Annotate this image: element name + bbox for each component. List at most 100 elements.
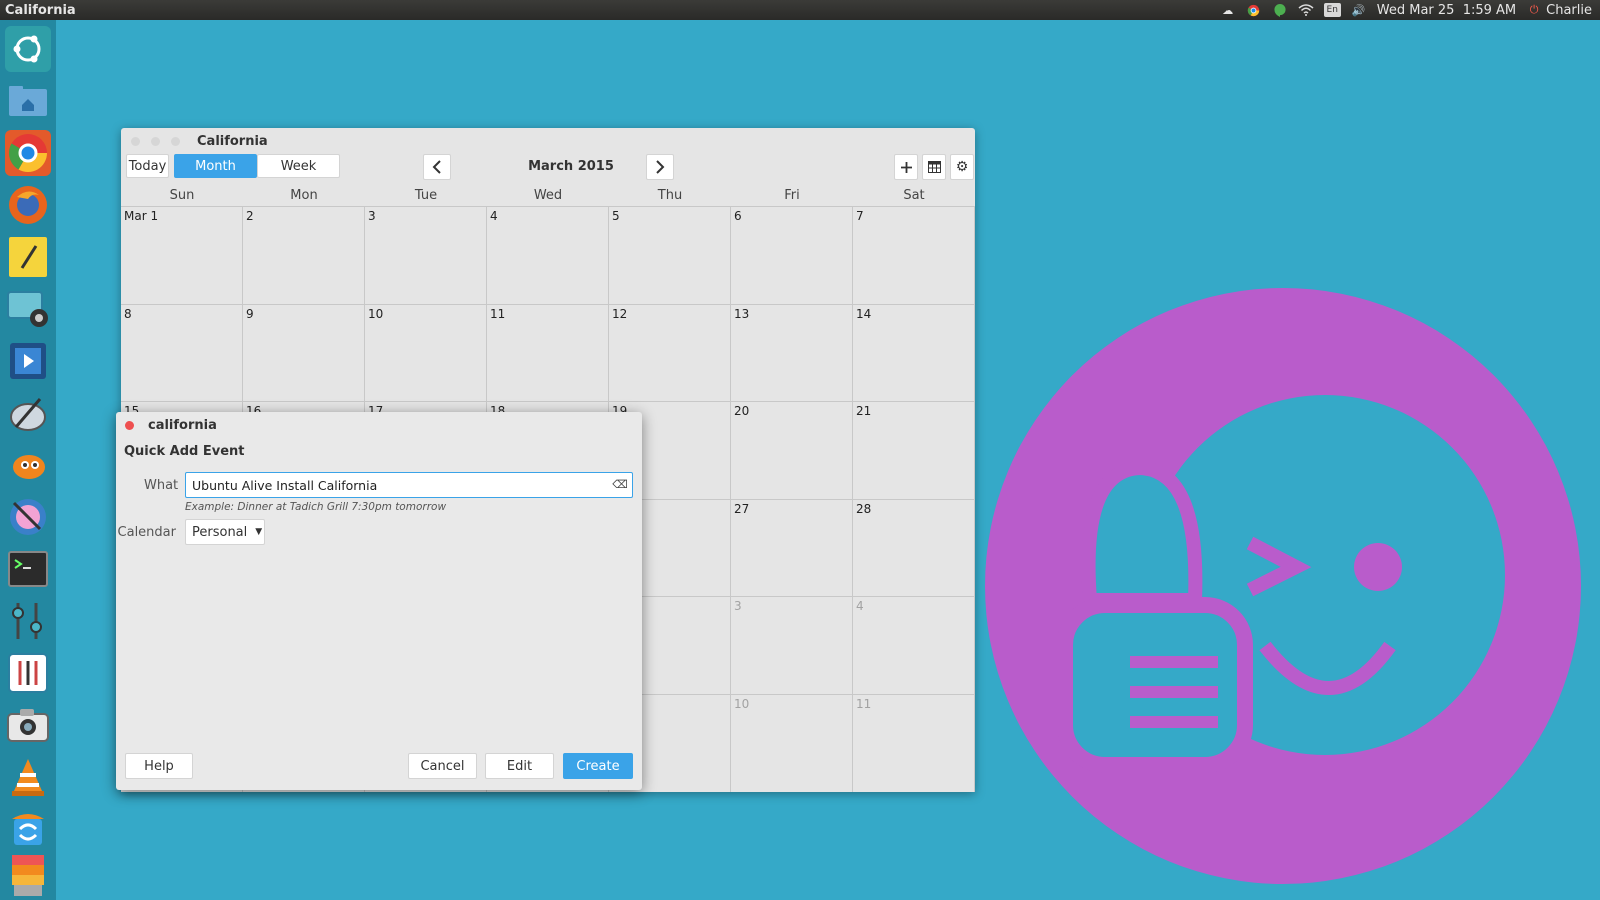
inkscape-icon[interactable] (5, 390, 51, 436)
day-cell[interactable]: 12 (609, 303, 731, 402)
settings-button[interactable]: ⚙ (950, 154, 974, 180)
window-minimize-button[interactable] (151, 136, 160, 146)
power-icon[interactable]: ⏻ (1526, 3, 1542, 17)
system-tray: ☁ En 🔊 Wed Mar 25 1:59 AM ⏻ Charlie (1220, 3, 1600, 18)
firefox-icon[interactable] (5, 182, 51, 228)
day-cell[interactable]: 11 (853, 693, 975, 792)
chrome-icon[interactable] (5, 130, 51, 176)
day-number: Mar 1 (124, 209, 159, 223)
quick-add-dialog: california Quick Add Event What ⌫ Exampl… (116, 412, 642, 790)
user-name[interactable]: Charlie (1546, 3, 1592, 18)
video-player-icon[interactable] (5, 338, 51, 384)
day-number: 11 (856, 696, 872, 711)
day-cell[interactable]: 21 (853, 401, 975, 499)
what-input[interactable] (185, 472, 633, 498)
calendar-label: Calendar (117, 525, 176, 540)
dialog-heading: Quick Add Event (124, 444, 245, 459)
day-number: 11 (490, 306, 506, 321)
cancel-button[interactable]: Cancel (408, 753, 477, 779)
day-number: 8 (124, 306, 132, 321)
current-month-label: March 2015 (528, 159, 614, 174)
day-cell[interactable]: 11 (487, 303, 609, 402)
day-number: 12 (612, 306, 628, 321)
volume-icon[interactable]: 🔊 (1351, 3, 1367, 17)
day-number: 5 (612, 209, 620, 223)
month-view-button[interactable]: Month (174, 154, 257, 178)
weekday-label: Sat (903, 188, 925, 203)
mixer-settings-icon[interactable] (5, 598, 51, 644)
terminal-icon[interactable] (5, 546, 51, 592)
chevron-left-icon (432, 160, 441, 174)
cloud-sync-icon[interactable]: ☁ (1220, 3, 1236, 17)
day-number: 7 (856, 209, 864, 223)
week-view-button[interactable]: Week (257, 154, 340, 178)
files-icon[interactable] (5, 78, 51, 124)
text-editor-icon[interactable] (5, 234, 51, 280)
day-cell[interactable]: 8 (121, 303, 243, 402)
window-close-button[interactable] (131, 136, 140, 146)
day-cell[interactable]: 5 (609, 206, 731, 304)
chevron-right-icon (656, 160, 665, 174)
day-cell[interactable]: 3 (365, 206, 487, 304)
screenshot-icon[interactable] (5, 286, 51, 332)
day-cell[interactable]: 20 (731, 401, 853, 499)
edit-button[interactable]: Edit (485, 753, 554, 779)
gear-icon: ⚙ (955, 159, 969, 175)
krita-icon[interactable] (5, 494, 51, 540)
window-titlebar[interactable]: California (121, 128, 975, 154)
gimp-icon[interactable] (5, 442, 51, 488)
day-cell[interactable]: 3 (731, 596, 853, 694)
day-cell[interactable]: 10 (731, 693, 853, 792)
day-cell[interactable]: 14 (853, 303, 975, 402)
day-number: 14 (856, 306, 872, 321)
calendars-button[interactable] (922, 154, 946, 180)
day-number: 20 (734, 404, 750, 419)
hangouts-icon[interactable] (1272, 3, 1288, 17)
calendar-list-icon (927, 161, 941, 173)
day-number: 2 (246, 209, 254, 223)
day-cell[interactable]: 4 (487, 206, 609, 304)
day-number: 10 (734, 696, 750, 711)
day-cell[interactable]: 7 (853, 206, 975, 304)
day-number: 21 (856, 404, 872, 419)
dialog-close-button[interactable] (125, 420, 134, 430)
add-event-button[interactable] (894, 154, 918, 180)
day-cell[interactable]: 28 (853, 498, 975, 597)
wifi-icon[interactable] (1298, 3, 1314, 17)
ubuntu-dash-icon[interactable] (5, 26, 51, 72)
day-number: 3 (368, 209, 376, 223)
keyboard-layout-indicator[interactable]: En (1323, 3, 1341, 17)
day-cell[interactable]: 9 (243, 303, 365, 402)
next-month-button[interactable] (646, 154, 674, 180)
vlc-icon[interactable] (5, 754, 51, 800)
equalizer-icon[interactable] (5, 650, 51, 696)
active-app-title: California (5, 2, 76, 18)
chrome-indicator-icon[interactable] (1246, 3, 1262, 17)
dialog-titlebar[interactable]: california (116, 412, 642, 438)
window-maximize-button[interactable] (171, 136, 180, 146)
day-cell[interactable]: 4 (853, 596, 975, 694)
clear-text-icon[interactable]: ⌫ (612, 476, 628, 492)
what-label: What (144, 478, 179, 493)
day-cell[interactable]: Mar 1 (121, 206, 243, 304)
day-cell[interactable]: 10 (365, 303, 487, 402)
weekday-label: Thu (657, 188, 683, 203)
day-cell[interactable]: 6 (731, 206, 853, 304)
help-button[interactable]: Help (125, 753, 193, 779)
day-cell[interactable]: 13 (731, 303, 853, 402)
dialog-title: california (148, 417, 217, 433)
calendar-select[interactable]: Personal ▼ (185, 519, 265, 545)
clock[interactable]: Wed Mar 25 1:59 AM (1377, 3, 1516, 18)
day-cell[interactable]: 27 (731, 498, 853, 597)
window-title: California (197, 133, 268, 149)
camera-icon[interactable] (5, 702, 51, 748)
calendar-stack-icon[interactable] (5, 852, 51, 898)
software-updater-icon[interactable] (5, 806, 51, 852)
weekday-label: Tue (414, 188, 438, 203)
create-button[interactable]: Create (563, 753, 633, 779)
day-number: 3 (734, 599, 742, 614)
day-cell[interactable]: 2 (243, 206, 365, 304)
weekday-header: Sun Mon Tue Wed Thu Fri Sat (121, 186, 975, 206)
previous-month-button[interactable] (423, 154, 451, 180)
today-button[interactable]: Today (126, 154, 169, 178)
